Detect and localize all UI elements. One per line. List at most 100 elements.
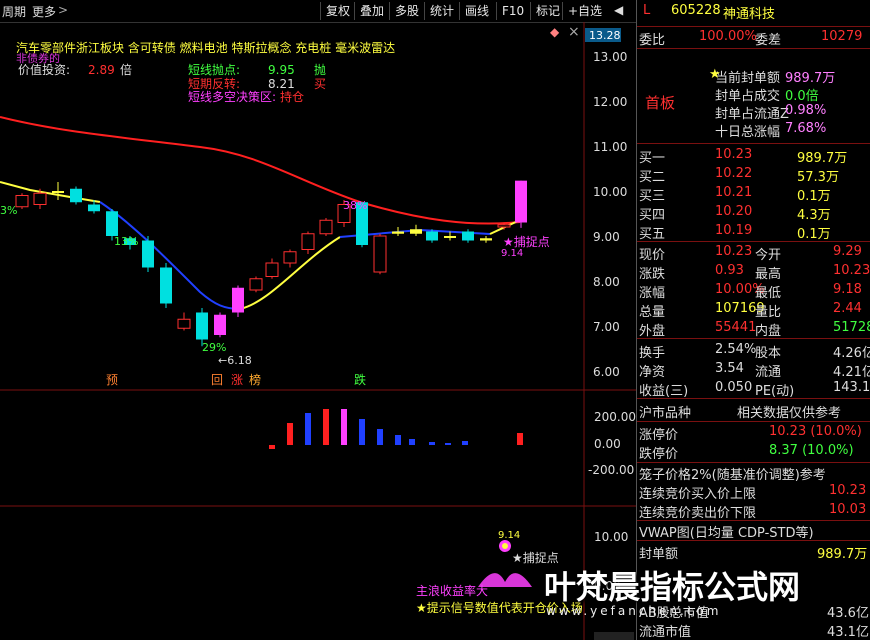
candle[interactable] <box>106 211 118 236</box>
board-info-row: 封单占成交 0.0倍 <box>637 84 870 104</box>
pct-label: 13% <box>114 235 138 248</box>
bid-volume: 0.1万 <box>797 189 831 204</box>
toolbar-button[interactable]: 画线 <box>459 2 494 20</box>
kline-chart[interactable]: 13.00 12.00 11.00 10.00 9.00 8.00 7.00 6.00 13.… <box>0 22 636 640</box>
candle[interactable] <box>301 233 315 250</box>
stats2-row: 换手 2.54% 股本 4.26亿 <box>637 341 870 361</box>
board-info-val: 0.98% <box>785 103 827 118</box>
board-info-key: 十日总涨幅 <box>715 125 781 140</box>
candle[interactable] <box>88 204 100 212</box>
cage-row: 笼子价格2%(随基准价调整)参考 <box>637 463 870 483</box>
pct-label: 29% <box>202 341 226 354</box>
candle[interactable] <box>410 229 422 234</box>
signal-marker: 预 <box>106 373 118 387</box>
stat-key: 涨幅 <box>639 286 666 301</box>
candle[interactable] <box>444 236 456 238</box>
bid-volume: 4.3万 <box>797 208 831 223</box>
ask-lower-row: 连续竞价卖出价下限 10.03 <box>637 501 870 521</box>
stats2-row: 收益(三) 0.050 PE(动) 143.1 <box>637 379 870 399</box>
short-rev-tag: 买 <box>314 77 326 91</box>
candle[interactable] <box>196 312 208 340</box>
seal-row: 封单额 989.7万 <box>637 542 870 562</box>
toolbar-button[interactable]: 叠加 <box>354 2 389 20</box>
watermark-title: 叶梵晨指标公式网 <box>544 568 801 606</box>
candle[interactable] <box>160 267 172 304</box>
vol-axis-label: 200.00 <box>594 410 636 424</box>
value-num: 2.89 <box>88 63 115 77</box>
candle[interactable] <box>177 318 191 329</box>
signal-marker: 榜 <box>249 372 261 387</box>
concepts-text: 汽车零部件浙江板块 含可转债 燃料电池 特斯拉概念 充电桩 毫米波雷达 <box>16 40 395 55</box>
limit-down-label: 跌停价 <box>639 447 679 462</box>
stat-val: 143.1 <box>833 380 870 395</box>
short-pull-label: 短线抛点: <box>188 62 240 77</box>
toolbar-button[interactable]: 多股 <box>389 2 424 20</box>
toolbar-button[interactable]: +自选 <box>562 2 607 20</box>
stat-val: 0.050 <box>715 380 753 395</box>
ab-val: 43.6亿 <box>827 606 869 621</box>
candle[interactable] <box>142 240 154 268</box>
decision-val: 持仓 <box>280 89 304 104</box>
short-pull-tag: 抛 <box>314 62 326 77</box>
price-axis-label: 12.00 <box>593 95 627 109</box>
toolbar-button[interactable]: 统计 <box>424 2 459 20</box>
candle[interactable] <box>319 219 333 235</box>
price-axis-label: 6.00 <box>593 365 620 379</box>
toolbar-button[interactable]: 标记 <box>530 2 565 20</box>
value-unit: 倍 <box>120 62 132 77</box>
candle[interactable] <box>232 287 244 313</box>
stat-val: 55441 <box>715 320 757 335</box>
stat-key: 现价 <box>639 248 666 263</box>
wecha-val: 10279 <box>821 29 863 44</box>
signal-marker: 涨 <box>231 372 243 387</box>
limit-down-row: 跌停价 8.37 (10.0%) <box>637 442 870 462</box>
seal-label: 封单额 <box>639 547 679 562</box>
period-button[interactable]: 周期 <box>2 3 26 20</box>
flag-label: L <box>643 3 651 18</box>
candle[interactable] <box>265 262 279 277</box>
lower-axis-label: 10.00 <box>594 530 628 544</box>
bid-price: 10.20 <box>715 204 753 219</box>
ma-red-line <box>0 116 521 225</box>
volume-bar <box>462 441 468 445</box>
close-icon[interactable]: × <box>568 24 580 40</box>
candle[interactable] <box>392 231 404 234</box>
toolbar-button[interactable]: 复权 <box>320 2 355 20</box>
more-button[interactable]: 更多 <box>32 3 56 20</box>
candle[interactable] <box>373 235 387 273</box>
vwap-label[interactable]: VWAP图(日均量 CDP-STD等) <box>639 522 814 541</box>
limit-up-val: 10.23 (10.0%) <box>769 424 862 439</box>
vwap-row[interactable]: VWAP图(日均量 CDP-STD等) <box>637 521 870 541</box>
stat-key: 流通 <box>755 365 782 380</box>
candle[interactable] <box>52 191 64 193</box>
candle[interactable] <box>426 231 438 241</box>
candle[interactable] <box>249 278 263 291</box>
candle[interactable] <box>15 195 29 208</box>
bid-volume: 57.3万 <box>797 170 839 185</box>
price-axis-label: 10.00 <box>593 185 627 199</box>
candle[interactable] <box>214 314 226 335</box>
candle[interactable] <box>480 238 492 241</box>
float-label: 流通市值 <box>639 625 692 640</box>
candle[interactable] <box>497 224 511 228</box>
volume-bar <box>323 409 329 445</box>
stat-val: 9.18 <box>833 282 862 297</box>
stat-key: 量比 <box>755 305 782 320</box>
ask-lower-label: 连续竞价卖出价下限 <box>639 506 757 521</box>
bid-label: 买五 <box>639 227 666 242</box>
settings-icon[interactable]: ◆ <box>550 25 560 39</box>
stat-val: 4.26亿 <box>833 346 870 361</box>
bid-row: 买一 10.23 989.7万 <box>637 146 870 166</box>
candle[interactable] <box>462 231 474 241</box>
candle[interactable] <box>33 192 47 205</box>
candle[interactable] <box>515 180 527 223</box>
back-arrow-icon[interactable]: ◀ <box>614 3 623 17</box>
bid-price: 10.22 <box>715 166 753 181</box>
candle[interactable] <box>283 251 297 264</box>
candle[interactable] <box>70 188 82 203</box>
wecha-label: 委差 <box>755 33 782 48</box>
toolbar-button[interactable]: F10 <box>496 2 529 20</box>
cage-label: 笼子价格2%(随基准价调整)参考 <box>639 468 826 483</box>
decision-label: 短线多空决策区: <box>188 90 276 104</box>
price-axis-label: 7.00 <box>593 320 620 334</box>
